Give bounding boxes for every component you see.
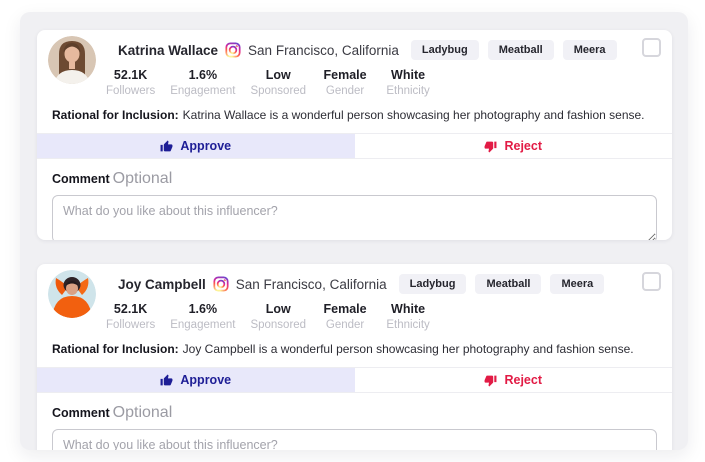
stats-row: 52.1K Followers 1.6% Engagement Low Sponsor… bbox=[106, 302, 660, 331]
select-checkbox[interactable] bbox=[642, 38, 661, 57]
stat-engagement: 1.6% Engagement bbox=[170, 302, 236, 331]
approve-button[interactable]: Approve bbox=[37, 368, 355, 392]
comment-section: Comment Optional bbox=[37, 159, 672, 240]
avatar bbox=[48, 36, 96, 84]
stat-ethnicity: White Ethnicity bbox=[386, 68, 430, 97]
card-header: Katrina Wallace San Francisco, Californi… bbox=[37, 30, 672, 97]
rationale-text: Rational for Inclusion: Joy Campbell is a… bbox=[52, 342, 634, 356]
stat-gender: Female Gender bbox=[323, 302, 367, 331]
comment-label: Comment Optional bbox=[52, 404, 173, 421]
stat-sponsored: Low Sponsored bbox=[250, 302, 307, 331]
action-bar: Approve Reject bbox=[37, 133, 672, 159]
stat-sponsored: Low Sponsored bbox=[250, 68, 307, 97]
rationale-label: Rational for Inclusion: bbox=[52, 108, 179, 122]
screenshot-root: Katrina Wallace San Francisco, Californi… bbox=[0, 0, 705, 462]
stat-engagement: 1.6% Engagement bbox=[170, 68, 236, 97]
avatar bbox=[48, 270, 96, 318]
instagram-icon bbox=[213, 276, 229, 292]
tag-badge: Meera bbox=[550, 274, 605, 294]
tag-badge: Meatball bbox=[475, 274, 542, 294]
tag-badge: Meatball bbox=[487, 40, 554, 60]
tag-badge: Ladybug bbox=[410, 40, 479, 60]
card-header: Joy Campbell San Francisco, California L… bbox=[37, 264, 672, 331]
rationale-text: Rational for Inclusion: Katrina Wallace i… bbox=[52, 108, 645, 122]
comment-section: Comment Optional bbox=[37, 393, 672, 450]
reject-button[interactable]: Reject bbox=[354, 134, 672, 158]
stat-ethnicity: White Ethnicity bbox=[386, 302, 430, 331]
comment-label: Comment Optional bbox=[52, 170, 173, 187]
influencer-location: San Francisco, California bbox=[235, 276, 387, 292]
header-info: Joy Campbell San Francisco, California L… bbox=[106, 270, 660, 331]
influencer-name: Joy Campbell bbox=[118, 276, 206, 292]
instagram-icon bbox=[225, 42, 241, 58]
stat-gender: Female Gender bbox=[323, 68, 367, 97]
reject-button[interactable]: Reject bbox=[354, 368, 672, 392]
influencer-card-katrina-wallace: Katrina Wallace San Francisco, Californi… bbox=[37, 30, 672, 240]
rationale-label: Rational for Inclusion: bbox=[52, 342, 179, 356]
thumbs-down-icon bbox=[484, 140, 497, 153]
select-checkbox[interactable] bbox=[642, 272, 661, 291]
influencer-location: San Francisco, California bbox=[248, 42, 399, 58]
header-info: Katrina Wallace San Francisco, Californi… bbox=[106, 36, 660, 97]
stat-followers: 52.1K Followers bbox=[106, 302, 156, 331]
comment-input[interactable] bbox=[52, 195, 657, 240]
tag-list: Ladybug Meatball Meera bbox=[410, 40, 617, 60]
action-bar: Approve Reject bbox=[37, 367, 672, 393]
stat-followers: 52.1K Followers bbox=[106, 68, 156, 97]
stats-row: 52.1K Followers 1.6% Engagement Low Sponsor… bbox=[106, 68, 660, 97]
thumbs-up-icon bbox=[160, 374, 173, 387]
tag-list: Ladybug Meatball Meera bbox=[398, 274, 605, 294]
approve-button[interactable]: Approve bbox=[37, 134, 355, 158]
thumbs-up-icon bbox=[160, 140, 173, 153]
influencer-card-joy-campbell: Joy Campbell San Francisco, California L… bbox=[37, 264, 672, 450]
tag-badge: Ladybug bbox=[398, 274, 467, 294]
influencer-name: Katrina Wallace bbox=[118, 42, 219, 58]
influencer-review-panel: Katrina Wallace San Francisco, Californi… bbox=[20, 12, 688, 450]
tag-badge: Meera bbox=[562, 40, 617, 60]
thumbs-down-icon bbox=[484, 374, 497, 387]
comment-input[interactable] bbox=[52, 429, 657, 450]
